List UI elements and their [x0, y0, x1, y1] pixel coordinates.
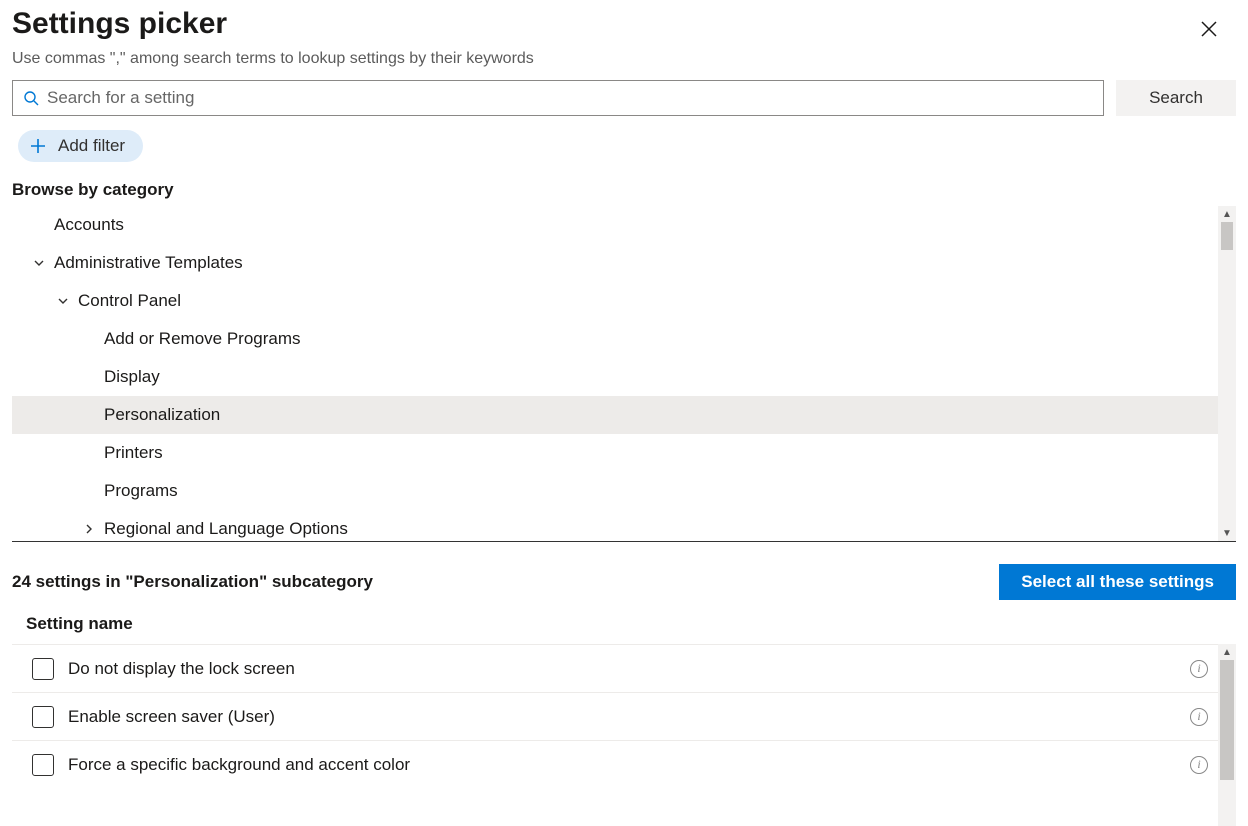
setting-name: Do not display the lock screen — [68, 659, 295, 679]
scroll-thumb[interactable] — [1220, 660, 1234, 780]
setting-name: Enable screen saver (User) — [68, 707, 275, 727]
tree-item-printers[interactable]: Printers — [12, 434, 1222, 472]
chevron-down-icon[interactable] — [54, 295, 72, 307]
close-icon — [1201, 21, 1217, 37]
add-filter-label: Add filter — [58, 136, 125, 156]
tree-label: Display — [104, 367, 160, 387]
tree-item-regional-language-options[interactable]: Regional and Language Options — [12, 510, 1222, 541]
tree-label: Programs — [104, 481, 178, 501]
info-icon[interactable]: i — [1190, 708, 1208, 726]
page-subtitle: Use commas "," among search terms to loo… — [12, 50, 1236, 68]
close-button[interactable] — [1192, 12, 1226, 46]
scroll-up-arrow-icon[interactable]: ▲ — [1218, 206, 1236, 222]
tree-item-administrative-templates[interactable]: Administrative Templates — [12, 244, 1222, 282]
column-header-setting-name[interactable]: Setting name — [12, 600, 1236, 644]
tree-item-programs[interactable]: Programs — [12, 472, 1222, 510]
tree-label: Control Panel — [78, 291, 181, 311]
scroll-down-arrow-icon[interactable]: ▼ — [1218, 525, 1236, 541]
scroll-thumb[interactable] — [1221, 222, 1233, 250]
select-all-button[interactable]: Select all these settings — [999, 564, 1236, 600]
tree-label: Printers — [104, 443, 163, 463]
tree-item-control-panel[interactable]: Control Panel — [12, 282, 1222, 320]
row-checkbox[interactable] — [32, 706, 54, 728]
tree-label: Administrative Templates — [54, 253, 243, 273]
grid-scrollbar[interactable]: ▲ ▼ — [1218, 644, 1236, 826]
tree-label: Add or Remove Programs — [104, 329, 301, 349]
tree-label: Regional and Language Options — [104, 519, 348, 539]
info-icon[interactable]: i — [1190, 756, 1208, 774]
setting-row[interactable]: Enable screen saver (User) i — [12, 692, 1218, 740]
category-tree: Accounts Administrative Templates Contro… — [12, 206, 1236, 542]
row-checkbox[interactable] — [32, 754, 54, 776]
setting-row[interactable]: Do not display the lock screen i — [12, 644, 1218, 692]
search-icon — [23, 90, 39, 106]
chevron-right-icon[interactable] — [80, 523, 98, 535]
search-button[interactable]: Search — [1116, 80, 1236, 116]
tree-label: Accounts — [54, 215, 124, 235]
plus-icon — [30, 138, 46, 154]
tree-item-display[interactable]: Display — [12, 358, 1222, 396]
settings-grid: Do not display the lock screen i Enable … — [12, 644, 1236, 826]
tree-item-accounts[interactable]: Accounts — [12, 206, 1222, 244]
info-icon[interactable]: i — [1190, 660, 1208, 678]
scroll-up-arrow-icon[interactable]: ▲ — [1218, 644, 1236, 660]
results-count: 24 settings in "Personalization" subcate… — [12, 572, 373, 592]
search-input[interactable] — [47, 88, 1093, 108]
tree-item-add-remove-programs[interactable]: Add or Remove Programs — [12, 320, 1222, 358]
tree-label: Personalization — [104, 405, 220, 425]
setting-name: Force a specific background and accent c… — [68, 755, 410, 775]
row-checkbox[interactable] — [32, 658, 54, 680]
tree-scrollbar[interactable]: ▲ ▼ — [1218, 206, 1236, 541]
browse-heading: Browse by category — [12, 180, 1236, 200]
tree-item-personalization[interactable]: Personalization — [12, 396, 1222, 434]
add-filter-button[interactable]: Add filter — [18, 130, 143, 162]
chevron-down-icon[interactable] — [30, 257, 48, 269]
search-box[interactable] — [12, 80, 1104, 116]
setting-row[interactable]: Force a specific background and accent c… — [12, 740, 1218, 788]
page-title: Settings picker — [12, 6, 227, 42]
